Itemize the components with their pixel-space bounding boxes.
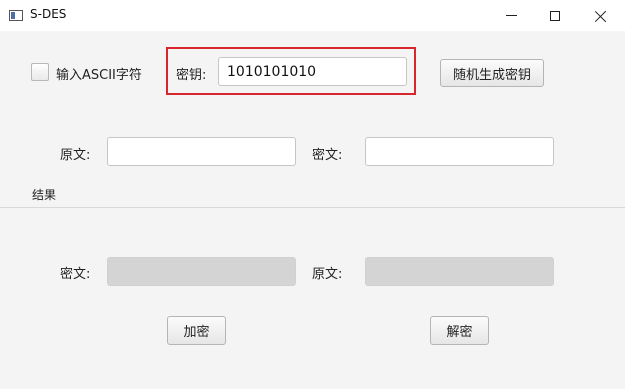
key-label: 密钥: — [176, 68, 207, 83]
ascii-checkbox-label: 输入ASCII字符 — [56, 68, 142, 83]
minimize-button[interactable] — [488, 0, 534, 31]
random-key-button[interactable]: 随机生成密钥 — [440, 59, 544, 87]
minimize-icon — [505, 15, 517, 16]
encrypt-button[interactable]: 加密 — [167, 316, 226, 345]
plaintext-input[interactable] — [107, 137, 296, 166]
app-icon — [9, 10, 23, 21]
key-input[interactable]: 1010101010 — [218, 57, 407, 86]
plaintext-label: 原文: — [60, 148, 91, 163]
ciphertext-input[interactable] — [365, 137, 554, 166]
result-ciphertext-output — [107, 257, 296, 286]
ciphertext-label: 密文: — [312, 148, 343, 163]
decrypt-button[interactable]: 解密 — [430, 316, 489, 345]
section-divider — [0, 207, 625, 208]
app-window: S-DES 输入ASCII字符 密钥: 1010101010 随机生成密钥 原文… — [0, 0, 625, 389]
result-plaintext-label: 原文: — [312, 267, 343, 282]
result-ciphertext-label: 密文: — [60, 267, 91, 282]
close-icon — [595, 10, 607, 22]
result-section-label: 结果 — [32, 188, 57, 202]
maximize-icon — [550, 10, 560, 21]
maximize-button[interactable] — [532, 0, 578, 31]
title-bar: S-DES — [0, 0, 625, 31]
ascii-checkbox[interactable] — [31, 63, 49, 81]
window-title: S-DES — [30, 7, 67, 21]
close-button[interactable] — [578, 0, 624, 31]
result-plaintext-output — [365, 257, 554, 286]
